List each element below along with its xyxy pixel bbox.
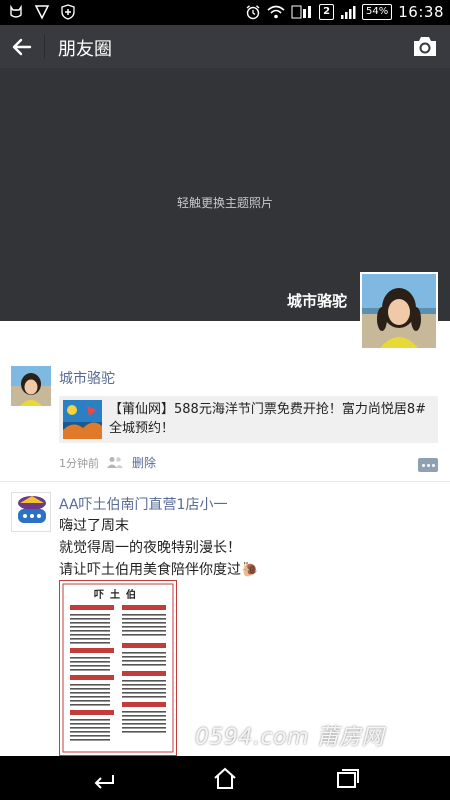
data-icon <box>291 5 312 19</box>
comment-icon[interactable] <box>418 458 438 472</box>
owner-avatar[interactable] <box>360 272 438 350</box>
post-avatar[interactable] <box>11 366 51 406</box>
menu-poster <box>60 581 176 755</box>
shield-plus-icon <box>61 4 75 20</box>
system-nav-bar <box>0 756 450 800</box>
post-text-line: 就觉得周一的夜晚特别漫长！ <box>59 540 241 556</box>
share-card[interactable]: 【莆仙网】588元海洋节门票免费开抢！富力尚悦居8#全城预约！ <box>59 396 438 443</box>
page-title: 朋友圈 <box>58 39 112 60</box>
header-divider <box>44 35 45 59</box>
recents-icon <box>337 769 359 788</box>
cat-icon <box>10 4 22 18</box>
post-text-line: 请让吓土伯用美食陪伴你度过🐌 <box>59 559 258 581</box>
post-author[interactable]: AA吓土伯南门直营1店小一 <box>59 494 227 514</box>
post-avatar[interactable] <box>11 492 51 532</box>
camera-icon <box>414 37 436 56</box>
share-thumbnail-image <box>63 400 102 439</box>
battery-icon: 54% <box>362 4 393 20</box>
home-icon <box>214 767 236 789</box>
nav-home-button[interactable] <box>210 764 240 792</box>
cover-hint: 轻触更换主题照片 <box>176 196 273 210</box>
post-divider <box>0 481 450 482</box>
owner-name: 城市骆驼 <box>286 292 347 310</box>
app-header: 朋友圈 <box>0 25 450 68</box>
sim-badge: 2 <box>319 4 335 20</box>
back-icon <box>94 775 114 789</box>
share-text: 【莆仙网】588元海洋节门票免费开抢！富力尚悦居8#全城预约！ <box>109 402 426 436</box>
wifi-icon <box>267 5 285 19</box>
share-thumbnail <box>63 400 102 439</box>
signal-icon <box>341 6 356 19</box>
post-time: 1分钟前 <box>59 457 99 470</box>
clock: 16:38 <box>398 3 444 21</box>
avatar-photo <box>11 366 51 406</box>
back-button[interactable] <box>6 32 38 62</box>
post-text-line-content: 请让吓土伯用美食陪伴你度过 <box>59 562 241 578</box>
status-bar: 2 54% 16:38 <box>0 0 450 25</box>
nav-back-button[interactable] <box>89 764 119 792</box>
post-text-line: 嗨过了周末 <box>59 518 129 534</box>
shield-icon <box>34 5 50 20</box>
post-author[interactable]: 城市骆驼 <box>59 368 115 388</box>
nav-recents-button[interactable] <box>332 764 362 792</box>
menu-title: 吓土伯 <box>94 590 142 601</box>
brand-logo <box>12 493 50 531</box>
people-icon <box>107 457 123 468</box>
post-image[interactable]: 吓土伯 <box>59 580 177 756</box>
camera-button[interactable] <box>410 33 440 61</box>
snail-emoji-icon: 🐌 <box>241 562 259 578</box>
watermark: 0594.com 莆房网 <box>195 725 384 750</box>
arrow-left-icon <box>12 38 32 56</box>
alarm-icon <box>246 5 260 20</box>
delete-button[interactable]: 删除 <box>132 454 156 471</box>
avatar-photo <box>362 274 436 348</box>
